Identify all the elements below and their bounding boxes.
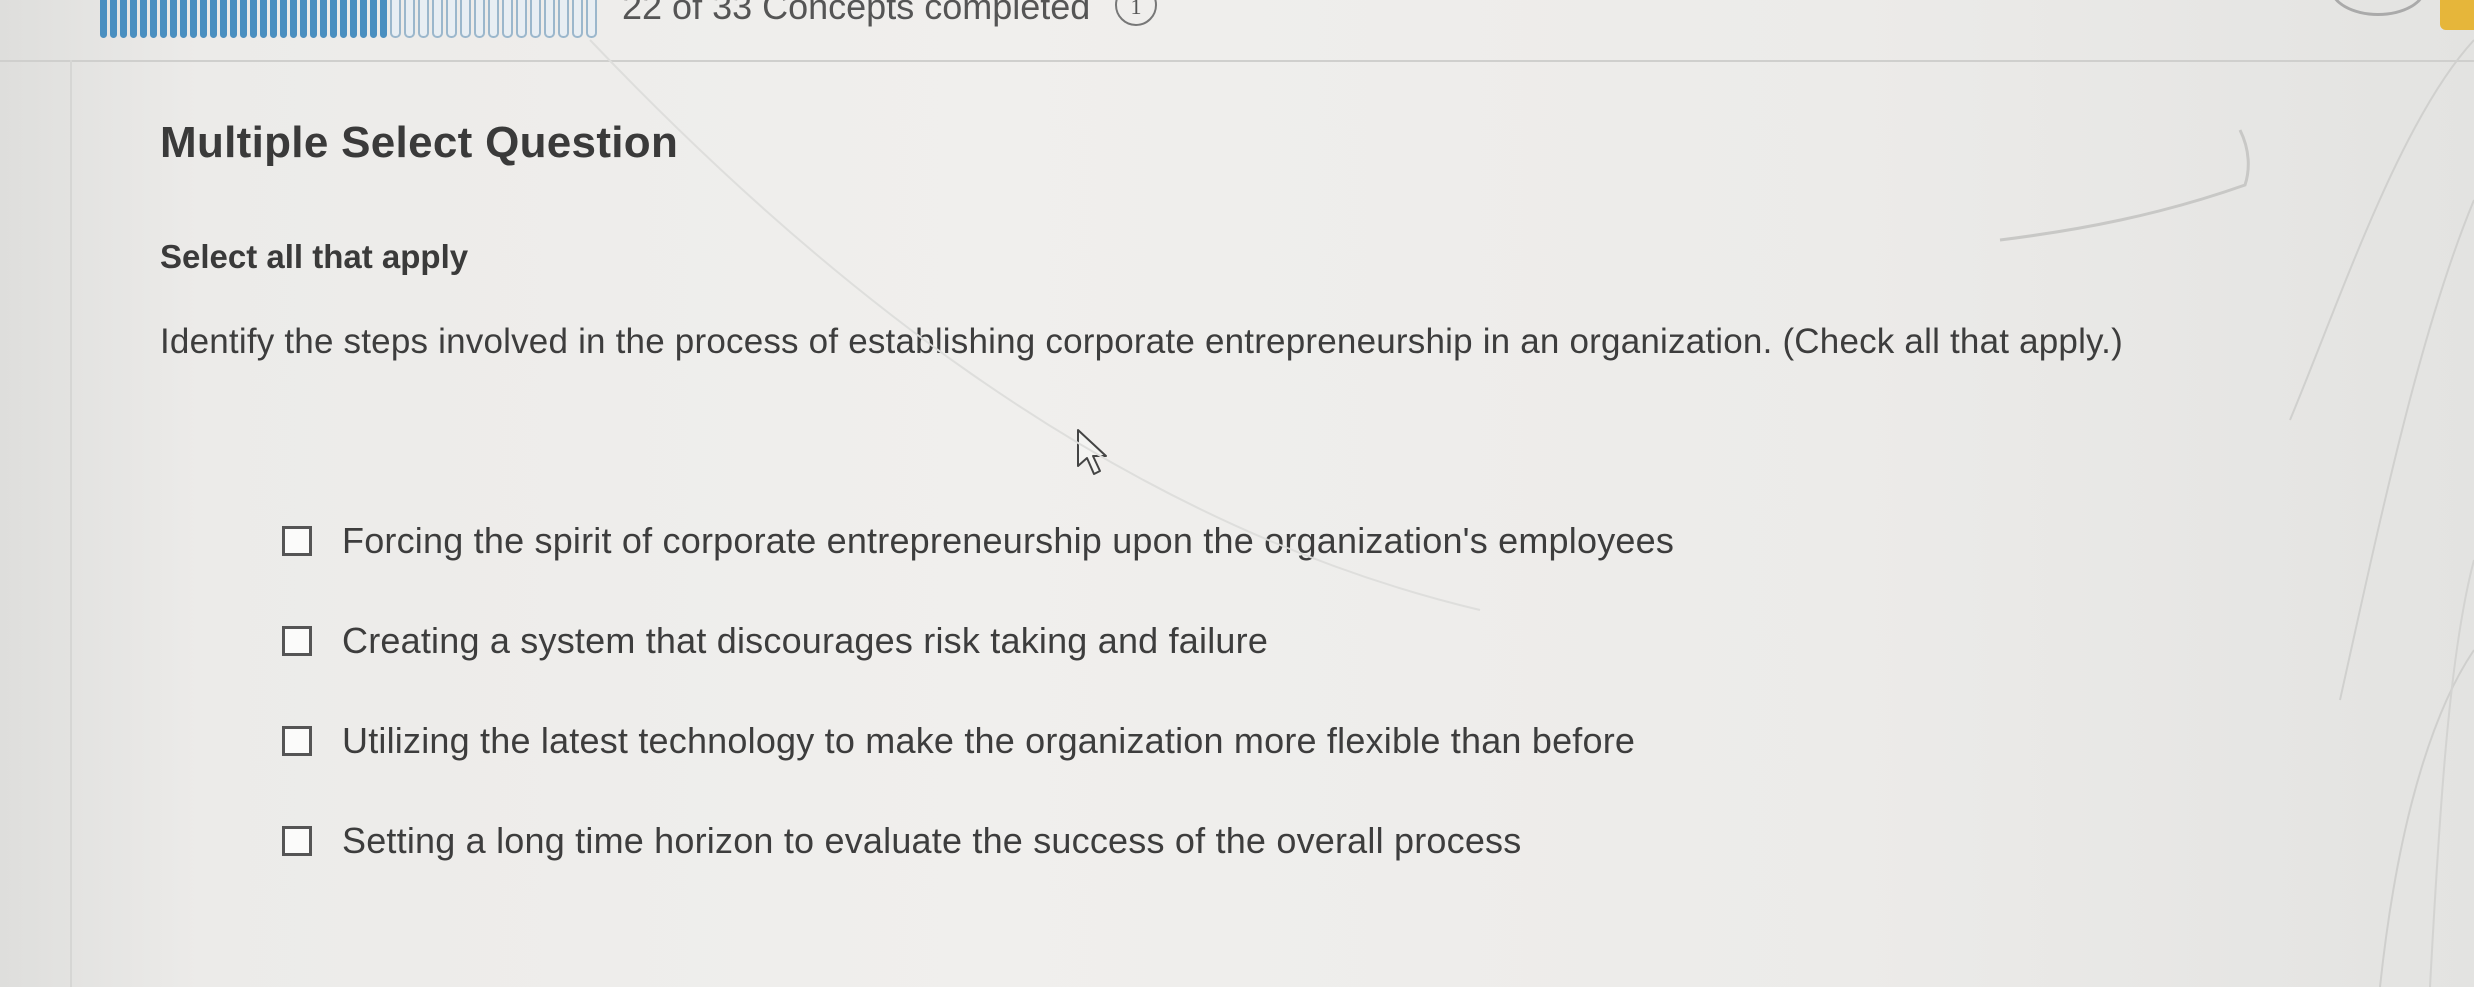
answer-option[interactable]: Setting a long time horizon to evaluate … — [282, 820, 1521, 862]
question-instruction: Select all that apply — [160, 238, 469, 275]
checkbox[interactable] — [282, 826, 312, 856]
answer-option[interactable]: Forcing the spirit of corporate entrepre… — [282, 520, 1674, 562]
progress-segment — [110, 0, 117, 38]
page-background: 22 of 33 Concepts completed 1 Multiple S… — [0, 0, 2474, 987]
progress-segment — [330, 0, 337, 38]
progress-segment — [160, 0, 167, 38]
answer-option-label: Setting a long time horizon to evaluate … — [342, 820, 1522, 861]
header-badge-icon[interactable] — [2440, 0, 2474, 30]
progress-segment — [360, 0, 367, 38]
progress-segment — [130, 0, 137, 38]
progress-segment — [240, 0, 247, 38]
answer-option[interactable]: Utilizing the latest technology to make … — [282, 720, 1635, 762]
progress-segment — [530, 0, 541, 38]
header-ring-icon[interactable] — [2330, 0, 2426, 16]
progress-segment — [380, 0, 387, 38]
progress-segment — [310, 0, 317, 38]
progress-segment — [488, 0, 499, 38]
checkbox[interactable] — [282, 726, 312, 756]
progress-segment — [460, 0, 471, 38]
progress-segment — [544, 0, 555, 38]
mouse-pointer-icon — [1077, 429, 1107, 475]
question-type-heading: Multiple Select Question — [160, 118, 679, 167]
progress-segment — [200, 0, 207, 38]
progress-segment — [404, 0, 415, 38]
progress-segment — [250, 0, 257, 38]
progress-segment — [474, 0, 485, 38]
progress-segment — [300, 0, 307, 38]
content-left-divider — [70, 60, 72, 987]
progress-segment — [120, 0, 127, 38]
answer-option-label: Creating a system that discourages risk … — [342, 620, 1269, 661]
question-prompt: Identify the steps involved in the proce… — [160, 322, 2123, 361]
progress-segment — [390, 0, 401, 38]
progress-segment — [572, 0, 583, 38]
progress-header: 22 of 33 Concepts completed 1 — [0, 0, 2474, 62]
progress-segment — [230, 0, 237, 38]
progress-segment — [558, 0, 569, 38]
progress-segment — [502, 0, 513, 38]
progress-info-button[interactable]: 1 — [1115, 0, 1157, 26]
concept-progress-bar — [100, 0, 600, 38]
progress-segment — [280, 0, 287, 38]
progress-segment — [150, 0, 157, 38]
progress-text: 22 of 33 Concepts completed — [622, 0, 1091, 27]
progress-segment — [100, 0, 107, 38]
progress-segment — [180, 0, 187, 38]
progress-segment — [370, 0, 377, 38]
progress-segment — [190, 0, 197, 38]
progress-segment — [350, 0, 357, 38]
progress-segment — [418, 0, 429, 38]
answer-option[interactable]: Creating a system that discourages risk … — [282, 620, 1268, 662]
answer-option-label: Forcing the spirit of corporate entrepre… — [342, 520, 1675, 561]
progress-segment — [340, 0, 347, 38]
progress-segment — [220, 0, 227, 38]
progress-segment — [260, 0, 267, 38]
progress-segment — [270, 0, 277, 38]
progress-segment — [432, 0, 443, 38]
progress-segment — [210, 0, 217, 38]
progress-segment — [586, 0, 597, 38]
checkbox[interactable] — [282, 626, 312, 656]
checkbox[interactable] — [282, 526, 312, 556]
progress-segment — [320, 0, 327, 38]
progress-segment — [170, 0, 177, 38]
progress-segment — [290, 0, 297, 38]
progress-segment — [446, 0, 457, 38]
progress-segment — [516, 0, 527, 38]
progress-segment — [140, 0, 147, 38]
answer-option-label: Utilizing the latest technology to make … — [342, 720, 1636, 761]
